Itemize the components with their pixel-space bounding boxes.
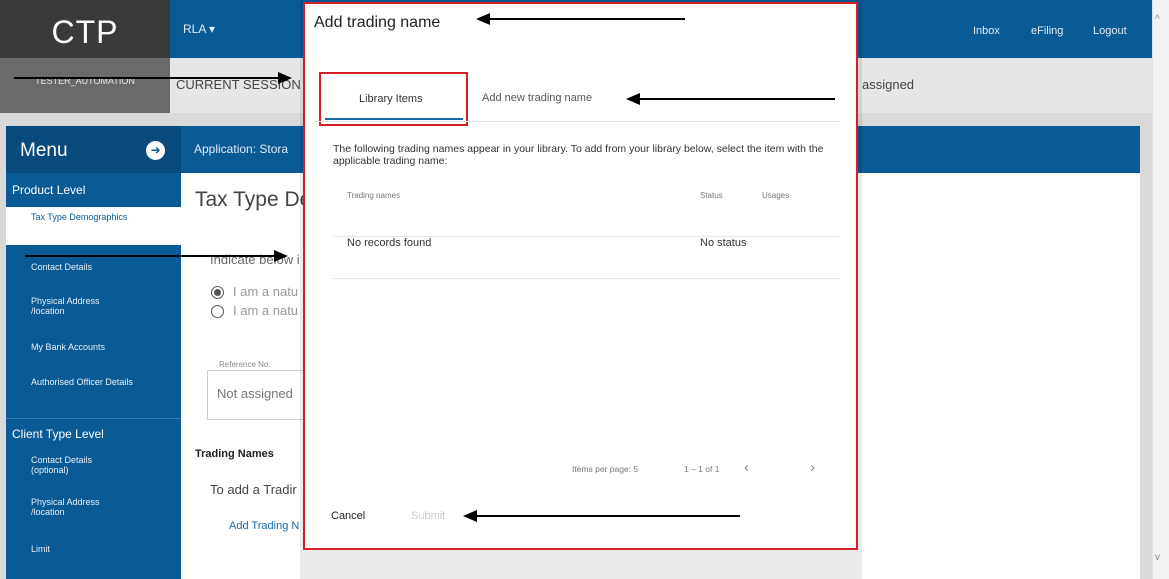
sidebar-item-tax-type-demographics[interactable]: Tax Type Demographics	[31, 212, 141, 222]
sidebar-divider	[6, 418, 181, 419]
scroll-down-icon[interactable]: v	[1155, 552, 1160, 563]
dialog-intro-text: The following trading names appear in yo…	[333, 143, 824, 167]
cancel-button[interactable]: Cancel	[331, 510, 365, 522]
table-cell-name: No records found	[347, 237, 432, 249]
tab-add-new-trading-name[interactable]: Add new trading name	[482, 92, 592, 104]
logo-text: CTP	[51, 14, 119, 50]
arrow-right-icon	[278, 72, 292, 84]
sidebar-heading-product: Product Level	[12, 183, 86, 197]
nav-efiling[interactable]: eFiling	[1031, 25, 1063, 37]
items-per-page[interactable]: Items per page: 5	[572, 464, 638, 474]
column-header-trading-names: Trading names	[347, 191, 401, 200]
add-trading-name-link[interactable]: Add Trading N	[229, 520, 299, 532]
sidebar-item-contact-details-optional[interactable]: Contact Details (optional)	[31, 455, 111, 475]
sidebar-item-physical-address[interactable]: Physical Address /location	[31, 296, 111, 316]
annotation-arrow-line	[490, 18, 685, 20]
pagination-range: 1 – 1 of 1	[684, 464, 720, 474]
compass-icon[interactable]: ➜	[146, 141, 165, 160]
rla-menu[interactable]: RLA ▾	[183, 22, 215, 36]
column-header-usages: Usages	[762, 191, 790, 200]
reference-value: Not assigned	[217, 386, 293, 401]
active-tab-indicator	[325, 118, 463, 120]
table-cell-status: No status	[700, 237, 747, 249]
trading-names-heading: Trading Names	[195, 448, 274, 460]
sidebar-item-limit[interactable]: Limit	[31, 544, 50, 554]
radio-dot	[214, 289, 221, 296]
scroll-up-icon[interactable]: ^	[1155, 14, 1160, 25]
sidebar-item-contact-details[interactable]: Contact Details	[31, 262, 92, 272]
radio1-label: I am a natu	[233, 284, 299, 299]
tab-divider	[314, 121, 840, 122]
radio-natural-person-selected[interactable]	[211, 286, 224, 299]
arrow-left-icon	[463, 510, 477, 522]
table-divider	[333, 278, 839, 279]
tab-library-items[interactable]: Library Items	[359, 93, 423, 105]
annotation-arrow-line	[14, 77, 279, 79]
nav-logout[interactable]: Logout	[1093, 25, 1127, 37]
sidebar-item-physical-address-client[interactable]: Physical Address /location	[31, 497, 111, 517]
column-header-status: Status	[700, 191, 723, 200]
arrow-left-icon	[476, 13, 490, 25]
arrow-left-icon	[626, 93, 640, 105]
annotation-arrow-line	[25, 255, 275, 257]
scrollbar[interactable]	[1152, 0, 1169, 579]
to-add-text: To add a Tradir	[210, 482, 297, 497]
nav-inbox[interactable]: Inbox	[973, 25, 1000, 37]
sidebar-item-authorised-officer[interactable]: Authorised Officer Details	[31, 377, 141, 387]
radio-natural-person[interactable]	[211, 305, 224, 318]
page-title: Tax Type De	[195, 188, 312, 211]
application-label: Application: Stora	[194, 142, 289, 156]
sidebar-item-bank-accounts[interactable]: My Bank Accounts	[31, 342, 105, 352]
menu-title: Menu	[20, 140, 68, 161]
caret-down-icon: ▾	[209, 22, 216, 36]
assigned-text: assigned	[862, 77, 915, 92]
submit-button[interactable]: Submit	[411, 510, 445, 522]
chevron-right-icon[interactable]: ›	[810, 459, 815, 476]
sidebar-heading-client: Client Type Level	[12, 427, 104, 441]
reference-label: Reference No.	[217, 360, 273, 369]
annotation-arrow-line	[640, 98, 835, 100]
radio2-label: I am a natu	[233, 303, 299, 318]
arrow-right-icon	[274, 250, 288, 262]
rla-menu-label: RLA	[183, 22, 206, 36]
chevron-left-icon[interactable]: ‹	[744, 459, 749, 476]
annotation-arrow-line	[477, 515, 740, 517]
dialog-title: Add trading name	[314, 14, 441, 31]
